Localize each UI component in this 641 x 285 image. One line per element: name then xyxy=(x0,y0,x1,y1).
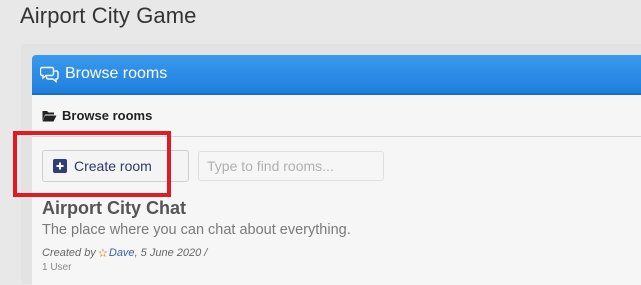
chat-bubbles-icon xyxy=(40,65,60,83)
room-date: , 5 June 2020 / xyxy=(134,247,208,259)
folder-open-icon xyxy=(42,110,57,122)
room-description: The place where you can chat about every… xyxy=(42,222,351,238)
room-title[interactable]: Airport City Chat xyxy=(42,198,186,219)
card-header-title: Browse rooms xyxy=(65,65,168,82)
create-room-label: Create room xyxy=(74,158,152,174)
rooms-toolbar: Create room xyxy=(42,150,384,182)
room-author-link[interactable]: Dave xyxy=(109,247,135,259)
created-by-label: Created by xyxy=(42,247,96,259)
create-room-button[interactable]: Create room xyxy=(42,150,189,182)
star-icon: ✫ xyxy=(97,246,108,260)
card-subheader: Browse rooms xyxy=(32,95,641,137)
room-meta: Created by ✫ Dave , 5 June 2020 / xyxy=(42,246,207,260)
room-search-input[interactable] xyxy=(198,151,384,181)
subheader-title: Browse rooms xyxy=(62,108,153,123)
plus-square-icon xyxy=(53,159,67,173)
app-title: Airport City Game xyxy=(20,3,197,28)
card-header: Browse rooms xyxy=(32,55,641,95)
